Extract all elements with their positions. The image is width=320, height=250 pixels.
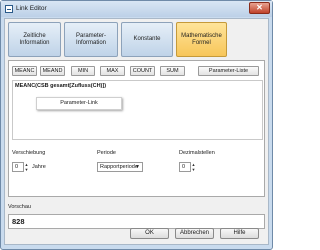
- vorschau-label: Vorschau: [8, 204, 31, 210]
- max-button[interactable]: MAX: [100, 66, 125, 76]
- spin-arrows-icon[interactable]: ▲ ▼: [191, 162, 196, 172]
- tab-zeitliche-information[interactable]: Zeitliche Information: [8, 22, 61, 57]
- chevron-down-icon: ▼: [135, 164, 140, 170]
- help-button[interactable]: Hilfe: [220, 228, 259, 239]
- app-icon: [5, 5, 13, 13]
- close-button[interactable]: ✕: [249, 2, 270, 14]
- verschiebung-unit: Jahre: [32, 164, 46, 170]
- tab-mathematische-formel[interactable]: Mathematische Formel: [176, 22, 227, 57]
- spin-arrows-icon[interactable]: ▲ ▼: [24, 162, 29, 172]
- title-bar[interactable]: Link Editor ✕: [1, 1, 272, 17]
- link-editor-window: Link Editor ✕ Zeitliche Information Para…: [0, 0, 273, 250]
- ok-button[interactable]: OK: [130, 228, 169, 239]
- meanc-button[interactable]: MEANC: [12, 66, 37, 76]
- verschiebung-label: Verschiebung: [12, 150, 46, 156]
- window-title: Link Editor: [16, 5, 47, 12]
- sum-button[interactable]: SUM: [160, 66, 185, 76]
- formula-text[interactable]: MEANC(CSB gesamt[Zufluss(CH)]): [15, 83, 106, 89]
- parameter-link-button[interactable]: Parameter-Link: [36, 97, 122, 110]
- vorschau-value: 828: [8, 214, 265, 229]
- formula-panel: MEANC MEAND MIN MAX COUNT SUM Parameter-…: [8, 60, 265, 197]
- verschiebung-input[interactable]: 0: [12, 162, 24, 172]
- dialog-body: Zeitliche Information Parameter-Informat…: [4, 18, 269, 245]
- dezimalstellen-input[interactable]: 0: [179, 162, 191, 172]
- min-button[interactable]: MIN: [71, 66, 95, 76]
- periode-label: Periode: [97, 150, 116, 156]
- cancel-button[interactable]: Abbrechen: [175, 228, 214, 239]
- periode-select[interactable]: Rapportperiode ▼: [97, 162, 143, 172]
- tab-parameter-information[interactable]: Parameter-Information: [64, 22, 118, 57]
- meand-button[interactable]: MEAND: [40, 66, 65, 76]
- dezimalstellen-label: Dezimalstellen: [179, 150, 215, 156]
- formula-editor[interactable]: MEANC(CSB gesamt[Zufluss(CH)]) Parameter…: [12, 80, 263, 140]
- periode-value: Rapportperiode: [100, 164, 138, 170]
- parameter-list-button[interactable]: Parameter-Liste: [198, 66, 259, 76]
- tab-konstante[interactable]: Konstante: [121, 22, 173, 57]
- count-button[interactable]: COUNT: [130, 66, 155, 76]
